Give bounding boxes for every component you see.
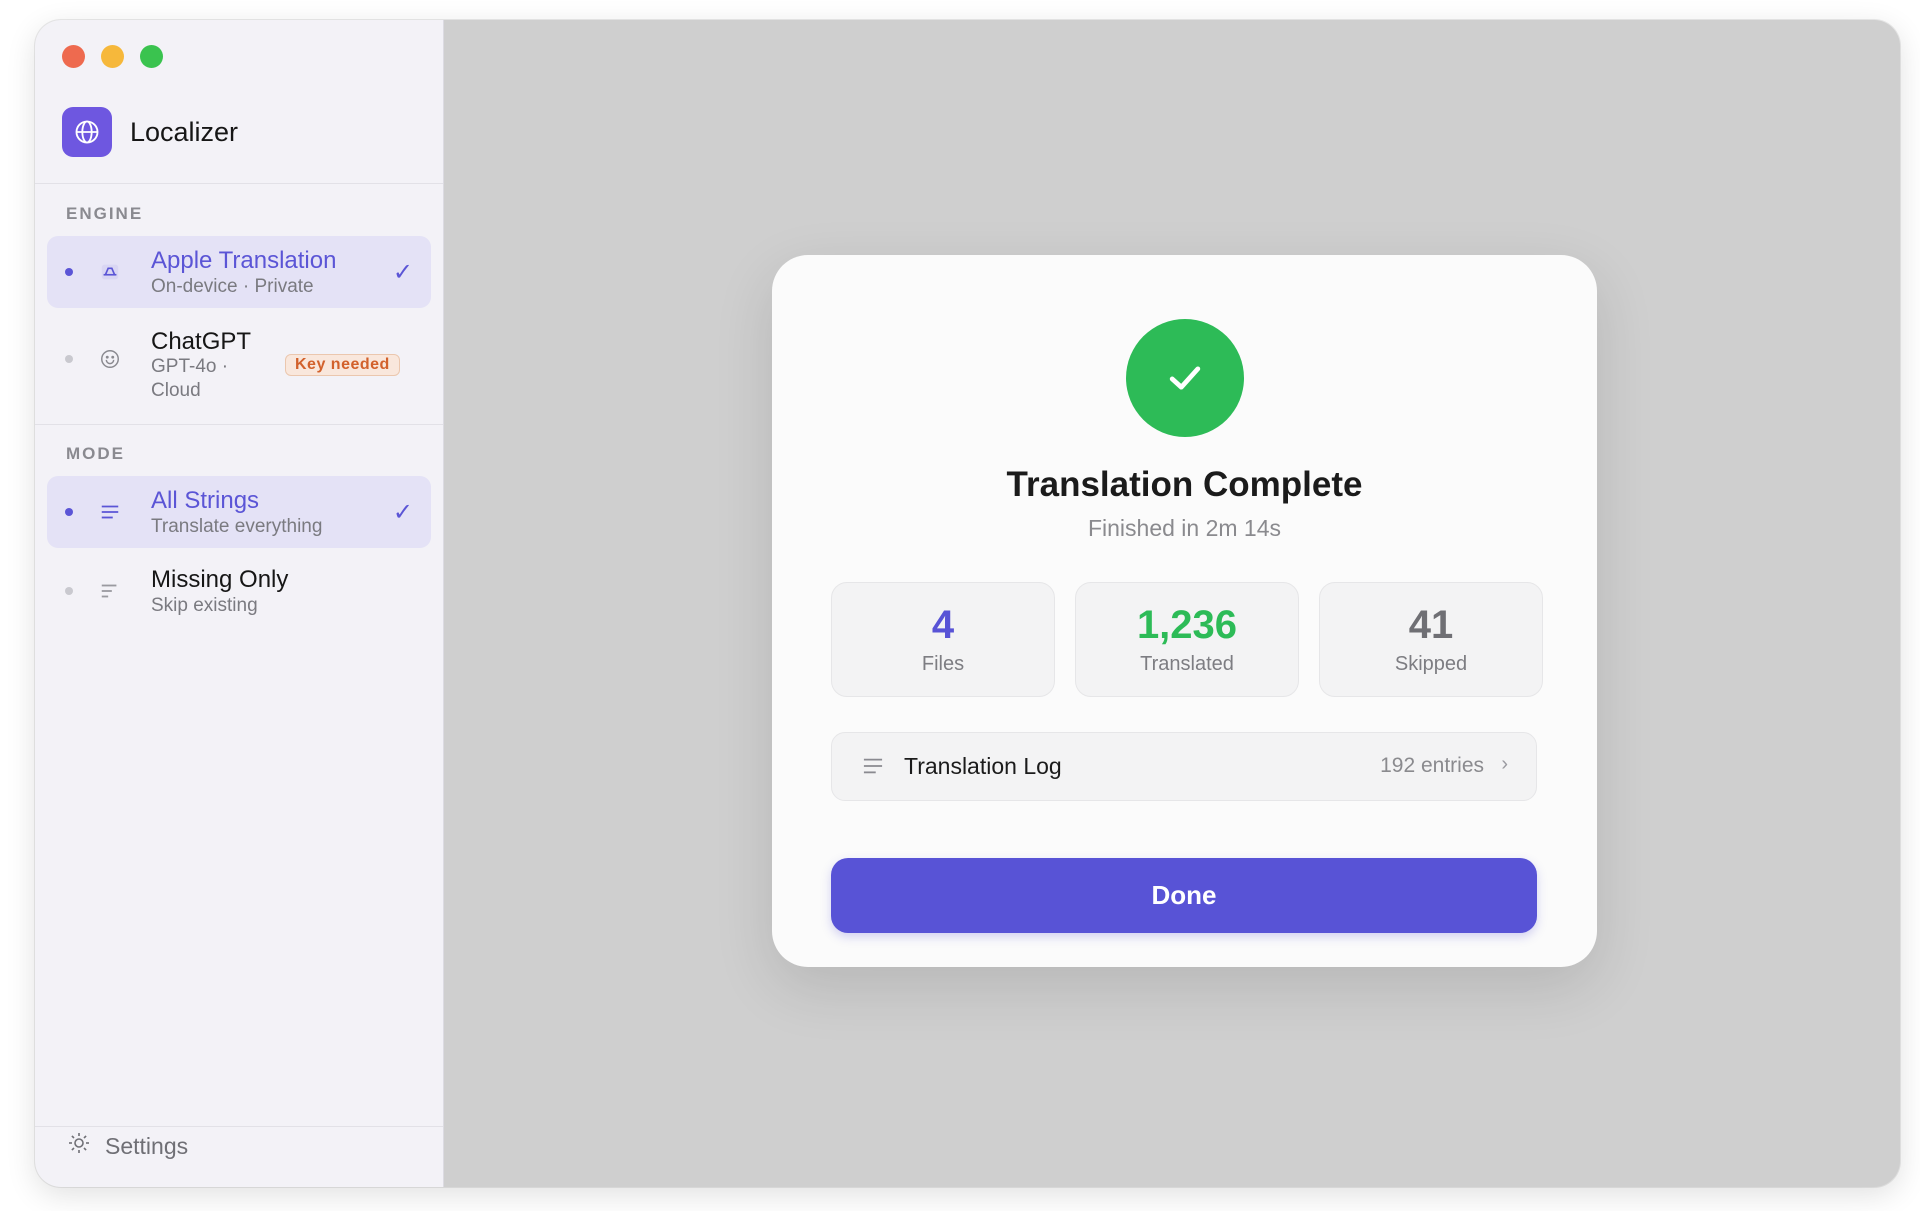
stat-files: 4 Files <box>831 582 1055 697</box>
selection-dot <box>65 355 73 363</box>
completion-dialog: Translation Complete Finished in 2m 14s … <box>772 255 1597 967</box>
globe-icon <box>62 107 112 157</box>
stat-skipped: 41 Skipped <box>1319 582 1543 697</box>
lines-icon <box>98 500 122 524</box>
close-window-button[interactable] <box>62 45 85 68</box>
mode-subtitle: Skip existing <box>151 595 258 616</box>
sidebar-divider <box>35 1126 443 1127</box>
mode-title: All Strings <box>151 487 260 514</box>
app-title: Localizer <box>130 116 239 147</box>
engine-subtitle-line1: GPT-4o · <box>151 356 229 377</box>
mode-subtitle: Translate everything <box>151 516 323 537</box>
minimize-window-button[interactable] <box>101 45 124 68</box>
gear-icon <box>67 1131 91 1161</box>
stat-label: Skipped <box>1394 653 1468 675</box>
app-header: Localizer <box>62 107 238 157</box>
sidebar-divider <box>35 424 443 425</box>
selection-dot <box>65 587 73 595</box>
log-title: Translation Log <box>904 753 1062 779</box>
sidebar-divider <box>35 183 443 184</box>
list-icon <box>862 756 884 781</box>
dialog-title: Translation Complete <box>1006 465 1363 504</box>
engine-subtitle: On-device · Private <box>151 276 314 297</box>
stat-translated: 1,236 Translated <box>1075 582 1299 697</box>
engine-title: ChatGPT <box>151 328 252 355</box>
mode-section-label: MODE <box>66 444 125 463</box>
window-controls <box>62 45 163 68</box>
engine-item-chatgpt[interactable]: ChatGPT GPT-4o · Cloud Key needed <box>47 318 431 414</box>
selection-dot <box>65 508 73 516</box>
device-icon <box>98 260 122 284</box>
checkmark-icon: ✓ <box>392 499 413 526</box>
engine-subtitle-line2: Cloud <box>151 380 201 401</box>
settings-button[interactable]: Settings <box>67 1131 188 1161</box>
stat-value: 41 <box>1408 603 1454 647</box>
stat-value: 1,236 <box>1136 603 1238 647</box>
engine-title: Apple Translation <box>151 247 337 274</box>
done-button[interactable]: Done <box>831 858 1537 933</box>
stat-value: 4 <box>931 603 955 647</box>
stat-label: Translated <box>1140 653 1234 675</box>
translation-log-row[interactable]: Translation Log 192 entries › <box>831 732 1537 801</box>
key-needed-badge: Key needed <box>285 354 400 376</box>
zoom-window-button[interactable] <box>140 45 163 68</box>
dialog-subtitle: Finished in 2m 14s <box>1087 515 1282 541</box>
engine-section-label: ENGINE <box>66 204 144 223</box>
mode-item-missing-only[interactable]: Missing Only Skip existing <box>47 555 431 627</box>
checkmark-icon: ✓ <box>392 259 413 286</box>
sidebar: Localizer ENGINE Apple Translation On-de… <box>35 20 444 1187</box>
partial-lines-icon <box>98 579 122 603</box>
stat-label: Files <box>921 653 965 675</box>
success-checkmark-icon <box>1126 319 1244 437</box>
engine-item-apple-translation[interactable]: Apple Translation On-device · Private ✓ <box>47 236 431 308</box>
selection-dot <box>65 268 73 276</box>
openai-icon <box>98 347 122 371</box>
log-count: 192 entries <box>1380 754 1484 777</box>
mode-item-all-strings[interactable]: All Strings Translate everything ✓ <box>47 476 431 548</box>
settings-label: Settings <box>105 1132 189 1159</box>
chevron-right-icon: › <box>1501 753 1508 775</box>
mode-title: Missing Only <box>151 566 289 593</box>
stats-row: 4 Files 1,236 Translated 41 Skipped <box>831 582 1543 697</box>
app-window: Localizer ENGINE Apple Translation On-de… <box>35 20 1900 1187</box>
